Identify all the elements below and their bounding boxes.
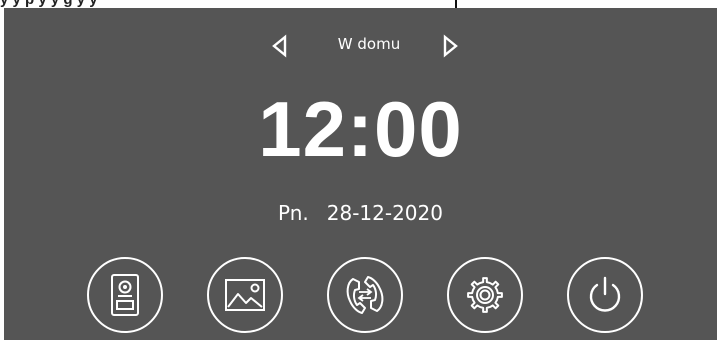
- mode-label: W domu: [337, 35, 401, 53]
- settings-button[interactable]: [447, 257, 523, 333]
- door-station-icon: [111, 274, 139, 316]
- mode-selector: W domu: [4, 8, 717, 80]
- door-station-button[interactable]: [87, 257, 163, 333]
- mode-next-arrow-icon[interactable]: [439, 34, 461, 58]
- intercom-button[interactable]: [327, 257, 403, 333]
- mode-prev-arrow-icon[interactable]: [269, 34, 291, 58]
- intercom-call-icon: [346, 276, 384, 314]
- clock-time: 12:00: [258, 85, 463, 173]
- caption-strip: y y p y y g y y: [0, 0, 720, 8]
- power-button[interactable]: [567, 257, 643, 333]
- gallery-button[interactable]: [207, 257, 283, 333]
- date-row: Pn. 28-12-2020: [4, 201, 717, 225]
- date-value: 28-12-2020: [326, 201, 443, 225]
- device-screen: W domu 12:00 Pn. 28-12-2020: [4, 8, 717, 340]
- power-icon: [589, 276, 621, 312]
- weekday-label: Pn.: [278, 201, 309, 225]
- caption-text: y y p y y g y y: [0, 0, 98, 8]
- gallery-icon: [225, 279, 265, 311]
- gear-icon: [467, 277, 503, 313]
